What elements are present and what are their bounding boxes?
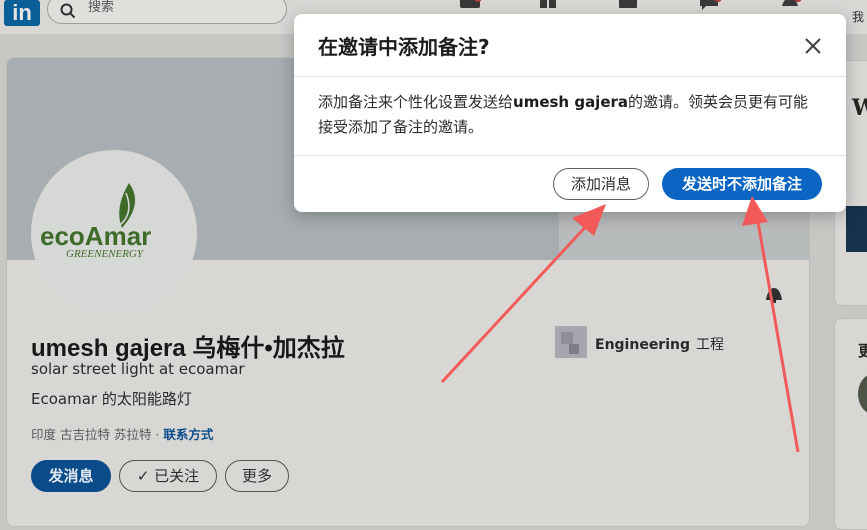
search-box[interactable] <box>47 0 287 24</box>
ecoamar-logo-icon: ecoAmar GREENENERGY <box>40 183 151 260</box>
contact-info-link[interactable]: 联系方式 <box>163 427 213 442</box>
company-name-text: Engineering <box>595 337 690 353</box>
messaging-nav-icon[interactable] <box>696 0 724 10</box>
dialog-footer-divider <box>294 155 846 156</box>
bell-notification-icon[interactable] <box>763 284 785 306</box>
more-button[interactable]: 更多 <box>225 460 289 492</box>
profile-name: umesh gajera 乌梅什•加杰拉 <box>31 335 345 362</box>
location-text: 印度 古吉拉特 苏拉特 <box>31 427 152 442</box>
add-note-dialog: 在邀请中添加备注? 添加备注来个性化设置发送给umesh gajera的邀请。领… <box>294 14 846 212</box>
current-company[interactable]: Engineering 工程 <box>595 334 724 354</box>
sidebar-ad-thumbnail[interactable] <box>846 206 867 252</box>
profile-location: 印度 古吉拉特 苏拉特 · 联系方式 <box>31 424 213 443</box>
svg-text:ecoAmar: ecoAmar <box>40 221 151 251</box>
close-icon[interactable] <box>799 32 827 60</box>
company-logo[interactable] <box>555 326 587 358</box>
notifications-nav-icon[interactable] <box>776 0 804 10</box>
profile-photo[interactable]: ecoAmar GREENENERGY <box>31 150 197 316</box>
following-button[interactable]: ✓ 已关注 <box>119 460 217 492</box>
sidebar-ad-letter: W <box>852 95 867 121</box>
body-recipient-name: umesh gajera <box>513 93 629 111</box>
dialog-header-divider <box>294 76 846 77</box>
profile-headline: solar street light at ecoamar <box>31 360 245 378</box>
home-nav-icon[interactable] <box>456 0 484 10</box>
company-name-translated: 工程 <box>696 337 724 353</box>
dialog-title: 在邀请中添加备注? <box>318 35 490 59</box>
dialog-body-text: 添加备注来个性化设置发送给umesh gajera的邀请。领英会员更有可能接受添… <box>318 90 818 140</box>
message-button[interactable]: 发消息 <box>31 460 111 492</box>
location-separator: · <box>151 427 164 442</box>
network-nav-icon[interactable] <box>536 0 560 10</box>
search-input[interactable] <box>86 0 280 16</box>
linkedin-logo[interactable]: in <box>4 0 40 26</box>
send-without-note-button[interactable]: 发送时不添加备注 <box>662 168 822 200</box>
svg-text:GREENENERGY: GREENENERGY <box>66 248 145 260</box>
jobs-nav-icon[interactable] <box>616 0 640 10</box>
profile-headline-translated: Ecoamar 的太阳能路灯 <box>31 390 192 408</box>
search-icon <box>60 3 76 19</box>
me-menu-label[interactable]: 我 <box>852 8 864 25</box>
body-text-pre: 添加备注来个性化设置发送给 <box>318 93 514 111</box>
sidebar-section-title: 更 <box>858 342 867 360</box>
add-note-button[interactable]: 添加消息 <box>553 168 649 200</box>
